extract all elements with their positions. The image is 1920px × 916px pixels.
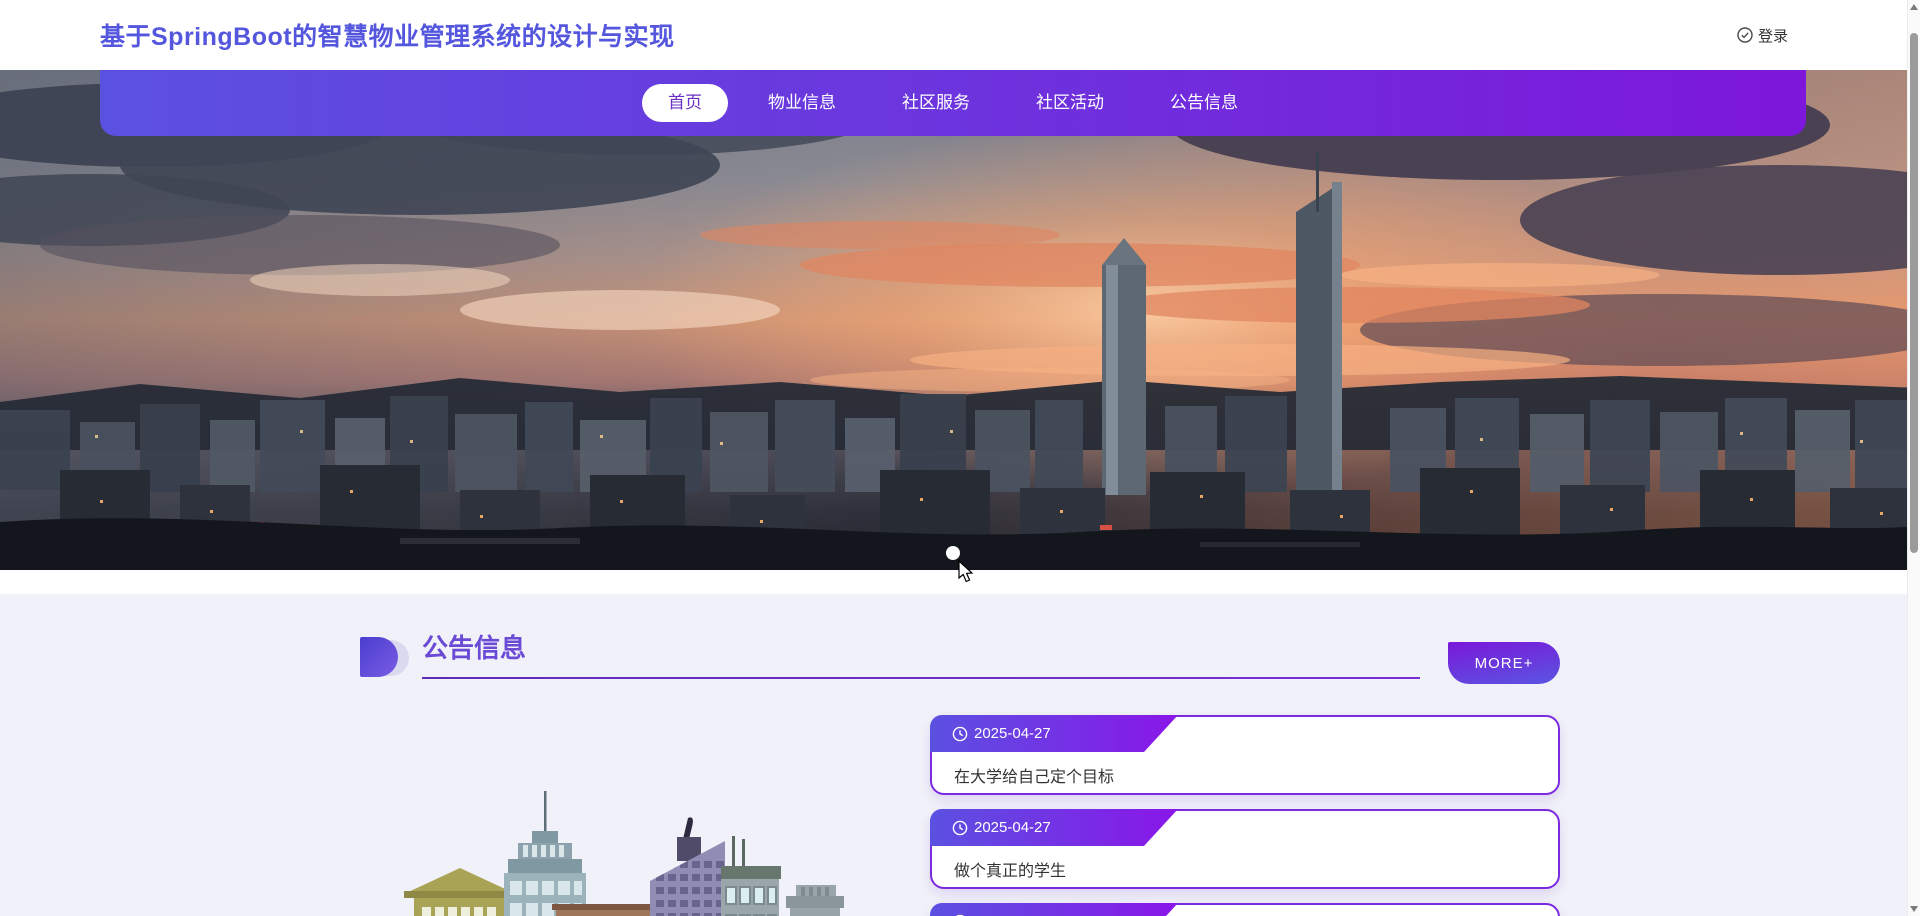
- login-button[interactable]: 登录: [1737, 25, 1788, 46]
- hero-city-image: [0, 70, 1920, 570]
- announcement-card[interactable]: 2025-04-27: [930, 903, 1560, 916]
- section-title: 公告信息: [422, 633, 527, 663]
- scroll-down-button[interactable]: [1910, 906, 1918, 912]
- scrollbar-thumb[interactable]: [1910, 33, 1918, 553]
- announcement-date-ribbon: 2025-04-27: [930, 809, 1178, 846]
- announcement-title: 做个真正的学生: [954, 863, 1067, 880]
- hero-banner: 首页 物业信息 社区服务 社区活动 公告信息: [0, 70, 1920, 570]
- carousel-dot[interactable]: [946, 546, 960, 560]
- announcement-date: 2025-04-27: [974, 725, 1051, 742]
- announcement-list: 2025-04-27 在大学给自己定个目标 2025-04-27 做个真正的学生: [930, 715, 1560, 916]
- clock-icon: [952, 726, 968, 742]
- announcement-card[interactable]: 2025-04-27 在大学给自己定个目标: [930, 715, 1560, 795]
- page-header: 基于SpringBoot的智慧物业管理系统的设计与实现 登录: [0, 0, 1920, 70]
- city-illustration: [360, 715, 900, 916]
- announcement-date-ribbon: 2025-04-27: [930, 903, 1178, 916]
- announcement-title: 在大学给自己定个目标: [954, 769, 1115, 786]
- scrollbar: [1907, 0, 1920, 916]
- section-underline: [422, 677, 1420, 679]
- announcement-date-ribbon: 2025-04-27: [930, 715, 1178, 752]
- nav-item-property-info[interactable]: 物业信息: [742, 84, 862, 122]
- main-nav: 首页 物业信息 社区服务 社区活动 公告信息: [100, 70, 1806, 136]
- section-header: 公告信息 MORE+: [360, 628, 1560, 684]
- scroll-up-button[interactable]: [1910, 4, 1918, 10]
- more-button[interactable]: MORE+: [1448, 642, 1560, 684]
- nav-item-community-services[interactable]: 社区服务: [876, 84, 996, 122]
- nav-item-home[interactable]: 首页: [642, 84, 728, 122]
- section-badge-icon: [360, 637, 409, 679]
- nav-item-announcements[interactable]: 公告信息: [1144, 84, 1264, 122]
- check-circle-icon: [1737, 27, 1753, 43]
- clock-icon: [952, 820, 968, 836]
- nav-item-community-activities[interactable]: 社区活动: [1010, 84, 1130, 122]
- announcement-section: 公告信息 MORE+ 2025-04-27 在大学给自己定个目标 2025-04…: [0, 594, 1920, 916]
- login-label: 登录: [1757, 27, 1788, 45]
- announcement-card[interactable]: 2025-04-27 做个真正的学生: [930, 809, 1560, 889]
- page-title: 基于SpringBoot的智慧物业管理系统的设计与实现: [100, 23, 675, 51]
- announcement-date: 2025-04-27: [974, 819, 1051, 836]
